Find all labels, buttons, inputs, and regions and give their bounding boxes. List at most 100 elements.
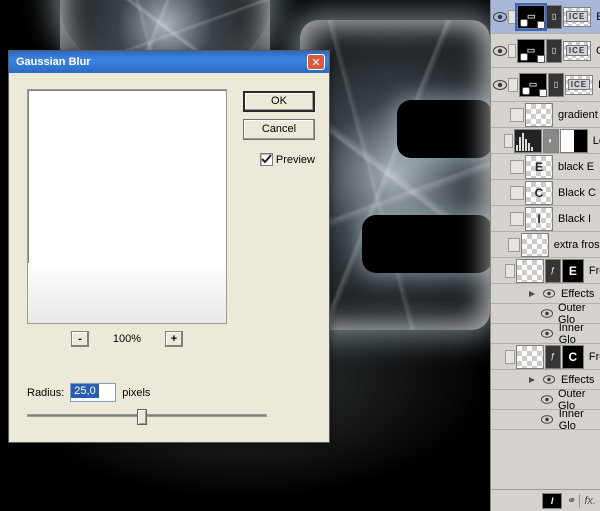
mask-thumbnail[interactable]: ICE xyxy=(563,41,591,61)
dialog-close-button[interactable]: ✕ xyxy=(307,54,325,70)
layer-name[interactable]: black E xyxy=(554,161,594,173)
link-box[interactable] xyxy=(505,350,515,364)
link-box[interactable] xyxy=(510,160,524,174)
preview-checkbox[interactable] xyxy=(260,153,273,166)
visibility-toggle[interactable] xyxy=(493,185,509,201)
smart-filter-icon[interactable]: ▯ xyxy=(546,39,562,63)
visibility-toggle[interactable] xyxy=(493,349,504,365)
link-icon[interactable]: ⚭ xyxy=(566,494,575,507)
layer-thumbnail[interactable]: ▭ xyxy=(517,5,545,29)
layer-row-extra-frosty[interactable]: extra frosty xyxy=(491,232,600,258)
radius-unit: pixels xyxy=(122,387,150,399)
adjustment-icon[interactable]: ◐ xyxy=(543,129,559,153)
layer-name[interactable]: Black I xyxy=(554,213,591,225)
layer-row-frosty-c[interactable]: ƒ C Fro xyxy=(491,344,600,370)
preview-checkbox-row: Preview xyxy=(260,153,315,166)
cancel-button[interactable]: Cancel xyxy=(243,119,315,140)
layer-row-black-i[interactable]: I Black I xyxy=(491,206,600,232)
link-box[interactable] xyxy=(508,10,516,24)
layer-row-ice-e[interactable]: ▭ ▯ ICE E xyxy=(491,0,600,34)
link-box[interactable] xyxy=(508,238,520,252)
fx-visibility-icon[interactable] xyxy=(540,392,554,408)
disclosure-triangle-icon[interactable] xyxy=(527,375,537,385)
visibility-eye-icon[interactable] xyxy=(493,43,507,59)
layer-name[interactable]: Le xyxy=(589,135,600,147)
visibility-toggle[interactable] xyxy=(493,211,509,227)
layer-thumbnail[interactable]: I xyxy=(525,207,553,231)
link-box[interactable] xyxy=(510,108,524,122)
effect-inner-glow[interactable]: Inner Glo xyxy=(491,410,600,430)
fx-visibility-icon[interactable] xyxy=(540,412,555,428)
fx-visibility-icon[interactable] xyxy=(540,326,555,342)
slider-thumb[interactable] xyxy=(137,409,147,425)
mask-thumbnail[interactable] xyxy=(560,129,588,153)
link-box[interactable] xyxy=(508,44,516,58)
mask-thumbnail[interactable]: ICE xyxy=(565,75,593,95)
mask-thumbnail[interactable]: ICE xyxy=(563,7,591,27)
layer-thumbnail[interactable] xyxy=(516,345,544,369)
visibility-toggle[interactable] xyxy=(493,263,504,279)
layer-row-ice-i[interactable]: ▭ ▯ ICE I xyxy=(491,68,600,102)
gaussian-blur-dialog: Gaussian Blur ✕ - 100% + OK Cancel Previ… xyxy=(8,50,330,443)
layer-thumbnail[interactable]: ▭ xyxy=(519,73,547,97)
layer-thumbnail[interactable]: C xyxy=(525,181,553,205)
ok-button[interactable]: OK xyxy=(243,91,315,112)
layer-row-ice-c[interactable]: ▭ ▯ ICE C xyxy=(491,34,600,68)
disclosure-triangle-icon[interactable] xyxy=(527,289,537,299)
link-box[interactable] xyxy=(510,212,524,226)
layer-row-black-c[interactable]: C Black C xyxy=(491,180,600,206)
layer-row-black-e[interactable]: E black E xyxy=(491,154,600,180)
layer-name[interactable]: Fro xyxy=(585,265,600,277)
preview-content xyxy=(28,263,226,323)
fx-icon[interactable]: ƒ xyxy=(545,259,561,283)
layer-row-gradient[interactable]: gradient xyxy=(491,102,600,128)
link-box[interactable] xyxy=(504,134,513,148)
link-box[interactable] xyxy=(505,264,515,278)
blur-preview-box[interactable] xyxy=(27,89,227,324)
visibility-toggle[interactable] xyxy=(493,133,503,149)
layer-thumbnail[interactable] xyxy=(521,233,549,257)
layer-name[interactable]: C xyxy=(592,45,600,57)
layer-thumbnail[interactable] xyxy=(525,103,553,127)
link-box[interactable] xyxy=(510,186,524,200)
effect-inner-glow[interactable]: Inner Glo xyxy=(491,324,600,344)
fx-visibility-icon[interactable] xyxy=(541,286,557,302)
footer-separator xyxy=(579,494,580,508)
fx-visibility-icon[interactable] xyxy=(541,372,557,388)
layer-name[interactable]: Fro xyxy=(585,351,600,363)
layer-name[interactable]: E xyxy=(592,11,600,23)
smart-filter-icon[interactable]: ▯ xyxy=(546,5,562,29)
radius-label: Radius: xyxy=(27,387,64,399)
layer-thumbnail[interactable] xyxy=(516,259,544,283)
visibility-toggle[interactable] xyxy=(493,159,509,175)
panel-footer: I ⚭ fx. xyxy=(491,489,600,511)
link-box[interactable] xyxy=(508,78,518,92)
fx-icon[interactable]: ƒ xyxy=(545,345,561,369)
zoom-in-button[interactable]: + xyxy=(165,331,183,347)
levels-thumbnail[interactable] xyxy=(514,129,542,153)
text-thumbnail[interactable]: E xyxy=(562,259,584,283)
radius-input[interactable]: 25,0 xyxy=(70,383,116,402)
layer-row-frosty-e[interactable]: ƒ E Fro xyxy=(491,258,600,284)
zoom-controls: - 100% + xyxy=(27,331,227,347)
visibility-eye-icon[interactable] xyxy=(493,9,507,25)
dialog-titlebar[interactable]: Gaussian Blur ✕ xyxy=(9,51,329,73)
visibility-toggle[interactable] xyxy=(493,107,509,123)
fx-visibility-icon[interactable] xyxy=(540,306,554,322)
layer-thumbnail[interactable]: E xyxy=(525,155,553,179)
footer-thumbnail[interactable]: I xyxy=(542,493,562,509)
smart-filter-icon[interactable]: ▯ xyxy=(548,73,564,97)
text-thumbnail[interactable]: C xyxy=(562,345,584,369)
layer-row-levels[interactable]: ◐ Le xyxy=(491,128,600,154)
visibility-eye-icon[interactable] xyxy=(493,77,507,93)
layer-name[interactable]: Black C xyxy=(554,187,596,199)
layer-name[interactable]: extra frosty xyxy=(550,239,600,251)
layer-thumbnail[interactable]: ▭ xyxy=(517,39,545,63)
visibility-toggle[interactable] xyxy=(493,237,507,253)
fx-menu-button[interactable]: fx. xyxy=(584,495,596,507)
zoom-out-button[interactable]: - xyxy=(71,331,89,347)
radius-slider[interactable] xyxy=(27,407,267,425)
layer-name[interactable]: I xyxy=(594,79,600,91)
dialog-title: Gaussian Blur xyxy=(13,56,307,68)
layer-name[interactable]: gradient xyxy=(554,109,598,121)
